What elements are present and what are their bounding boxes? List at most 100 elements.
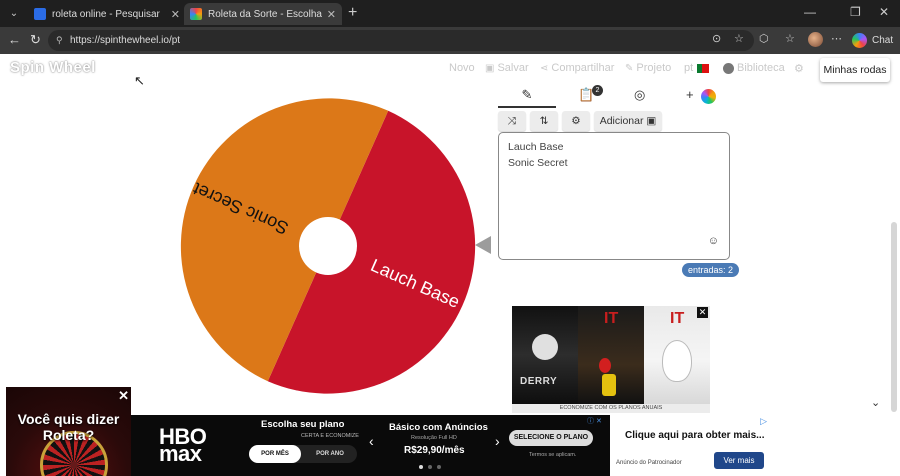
site-info-icon[interactable]: ⚲	[56, 30, 63, 51]
nav-library-label: Biblioteca	[737, 62, 785, 74]
poster-title-1: IT	[604, 310, 619, 327]
browser-tab-active[interactable]: Roleta da Sorte - Escolha Personali ✕	[184, 3, 342, 25]
poster-footer: ECONOMIZE COM OS PLANOS ANUAIS	[512, 404, 710, 413]
entry-line: Sonic Secret	[508, 157, 568, 169]
favorites-icon[interactable]: ☆	[785, 32, 795, 45]
profile-avatar[interactable]	[808, 32, 823, 47]
nav-save[interactable]: ▣ Salvar	[485, 62, 529, 74]
nav-project[interactable]: ✎ Projeto	[625, 62, 671, 74]
plan-title: Escolha seu plano	[261, 419, 345, 430]
basic-plan-title: Básico com Anúncios	[389, 422, 488, 433]
save-icon: ▣	[485, 62, 495, 74]
sponsor-label: Anúncio do Patrocinador	[616, 460, 682, 466]
billing-toggle[interactable]: POR MÊS POR ANO	[249, 445, 357, 463]
toggle-yearly[interactable]: POR ANO	[305, 445, 355, 463]
language-selector[interactable]: pt	[684, 62, 710, 74]
close-icon[interactable]: ✕	[697, 307, 708, 318]
site-logo[interactable]: Spin Wheel	[10, 59, 96, 76]
close-icon[interactable]: ✕	[118, 388, 129, 404]
pencil-icon: ✎	[625, 62, 634, 74]
corner-ad-text: Você quis dizer Roleta?	[17, 411, 120, 443]
more-icon[interactable]: ⊙	[712, 32, 721, 45]
shuffle-icon: ⤨	[507, 114, 517, 127]
editor-tabs: ✎ 📋 2 ◎ +	[498, 85, 730, 109]
wheel-pointer-icon	[475, 236, 491, 254]
chat-label: Chat	[872, 35, 894, 46]
sort-button[interactable]: ⇅	[530, 111, 558, 131]
mouse-cursor-icon: ↖	[134, 73, 145, 88]
shuffle-button[interactable]: ⤨	[498, 111, 526, 131]
toggle-monthly[interactable]: POR MÊS	[249, 445, 301, 463]
image-icon: ▣	[646, 115, 657, 127]
poster-title-2: IT	[670, 310, 685, 327]
hide-tab-eye-off-icon[interactable]: ◎	[634, 87, 645, 103]
close-tab-icon[interactable]: ✕	[327, 8, 336, 21]
add-label: Adicionar	[599, 115, 644, 127]
yellow-raincoat-image	[602, 374, 616, 396]
browser-toolbar: ← ↻ ⚲ https://spinthewheel.io/pt ⊙ ☆ ⬡ ☆…	[0, 27, 900, 54]
address-bar[interactable]: ⚲ https://spinthewheel.io/pt	[48, 30, 754, 51]
sort-icon: ⇅	[539, 115, 549, 127]
minimize-icon[interactable]: —	[804, 5, 816, 19]
star-icon[interactable]: ☆	[734, 32, 744, 45]
page: Spin Wheel Novo ▣ Salvar ⋖ Compartilhar ✎ P…	[0, 54, 900, 476]
copilot-icon	[852, 33, 867, 48]
close-tab-icon[interactable]: ✕	[171, 8, 180, 21]
reload-icon[interactable]: ↻	[30, 32, 41, 48]
terms-text: Termos se aplicam.	[529, 452, 577, 458]
restore-icon[interactable]: ❐	[850, 5, 861, 19]
color-palette-icon[interactable]	[701, 89, 716, 104]
nav-share[interactable]: ⋖ Compartilhar	[540, 62, 614, 74]
back-icon[interactable]: ←	[8, 32, 21, 47]
browser-tab-bar: ⌄ roleta online - Pesquisar ✕ Roleta da …	[0, 0, 900, 27]
ad-choices-icon[interactable]: ▷	[760, 416, 767, 427]
portugal-flag-icon	[697, 63, 710, 73]
spin-wheel[interactable]: Lauch Base Sonic Secret	[178, 96, 478, 396]
carousel-dot[interactable]	[428, 465, 432, 469]
select-plan-button[interactable]: SELECIONE O PLANO	[509, 430, 593, 446]
add-color-plus-icon[interactable]: +	[686, 87, 694, 102]
copilot-chat-button[interactable]: Chat	[852, 31, 893, 50]
chevron-down-icon[interactable]: ⌄	[871, 396, 880, 409]
nav-new[interactable]: Novo	[449, 62, 475, 74]
editor-actions: ⤨ ⇅ ⚙ Adicionar ▣	[498, 111, 662, 131]
tab-title: Roleta da Sorte - Escolha Personali	[208, 8, 323, 20]
poster-derry-text: DERRY	[520, 376, 558, 387]
search-favicon-icon	[34, 8, 46, 20]
red-balloon-image	[599, 358, 611, 373]
browser-tab-search[interactable]: roleta online - Pesquisar ✕	[28, 3, 186, 25]
globe-icon	[723, 62, 734, 74]
carousel-dot[interactable]	[437, 465, 441, 469]
gear-icon: ⚙	[571, 115, 581, 127]
roulette-corner-ad[interactable]: Você quis dizer Roleta? ✕	[6, 387, 131, 476]
entries-textarea[interactable]: Lauch Base Sonic Secret ☺	[498, 132, 730, 260]
chevron-left-icon[interactable]: ‹	[369, 433, 374, 449]
list-count-badge: 2	[592, 85, 603, 96]
basic-plan-detail: Resolução Full HD	[411, 435, 457, 441]
menu-dots-icon[interactable]: ⋯	[831, 32, 842, 45]
nav-library[interactable]: Biblioteca	[723, 62, 785, 74]
see-more-button[interactable]: Ver mais	[714, 452, 764, 469]
entries-count-badge: entradas: 2	[682, 263, 740, 277]
carousel-dots[interactable]	[419, 465, 441, 469]
carousel-dot[interactable]	[419, 465, 423, 469]
edit-tab-pencil-icon[interactable]: ✎	[498, 87, 556, 108]
clown-image	[532, 334, 558, 360]
add-image-button[interactable]: Adicionar ▣	[594, 111, 662, 131]
url-text: https://spinthewheel.io/pt	[70, 35, 181, 46]
chevron-right-icon[interactable]: ›	[495, 433, 500, 449]
bottom-banner-ad[interactable]: HBO max Escolha seu plano CERTA E ECONOM…	[131, 415, 769, 476]
my-wheels-button[interactable]: Minhas rodas	[820, 58, 890, 82]
close-window-icon[interactable]: ✕	[879, 5, 889, 19]
plan-subtitle: CERTA E ECONOMIZE	[301, 433, 359, 439]
ad-choices-icon[interactable]: ⓘ ✕	[587, 416, 602, 426]
tab-list-chevron-icon[interactable]: ⌄	[6, 6, 22, 22]
extensions-icon[interactable]: ⬡	[759, 32, 769, 45]
emoji-icon[interactable]: ☺	[708, 233, 719, 249]
plus-icon[interactable]: +	[348, 4, 357, 22]
sponsor-panel[interactable]: ▷ Clique aqui para obter mais... Anúncio…	[610, 415, 769, 476]
poster-ad[interactable]: DERRY IT IT ECONOMIZE COM OS PLANOS ANUA…	[512, 306, 710, 413]
wheel-settings-button[interactable]: ⚙	[562, 111, 590, 131]
settings-icon[interactable]: ⚙	[794, 62, 804, 75]
page-scrollbar[interactable]	[891, 222, 897, 412]
